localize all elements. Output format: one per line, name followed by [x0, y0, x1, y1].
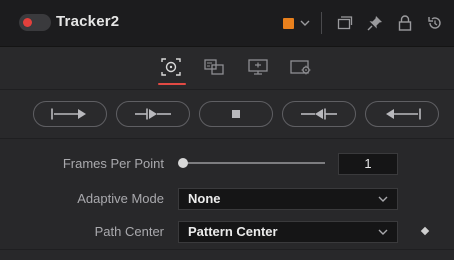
tracking-transport [0, 90, 454, 139]
operation-icon [204, 59, 224, 75]
track-one-frame-forward-icon [301, 108, 337, 120]
node-enable-toggle[interactable] [19, 14, 51, 31]
track-forward-button[interactable] [365, 101, 439, 127]
inspector-panel: Tracker2 Frames Per Point 1 Adaptive Mod… [0, 0, 454, 260]
track-one-frame-reverse-button[interactable] [116, 101, 190, 127]
tracker-target-icon [161, 58, 181, 76]
chevron-down-icon [378, 229, 388, 235]
frames-per-point-label: Frames Per Point [62, 156, 164, 171]
track-one-frame-forward-button[interactable] [282, 101, 356, 127]
header-divider [321, 12, 322, 34]
keyframe-diamond-icon[interactable] [420, 226, 430, 236]
node-title[interactable]: Tracker2 [56, 13, 119, 30]
color-swatch-icon[interactable] [283, 17, 294, 29]
tab-settings[interactable] [287, 53, 315, 81]
stop-icon [232, 110, 240, 118]
frames-per-point-slider[interactable] [183, 162, 325, 164]
pin-icon[interactable] [364, 12, 386, 34]
track-forward-icon [386, 108, 421, 120]
path-center-value: Pattern Center [188, 224, 278, 239]
adaptive-mode-dropdown[interactable]: None [178, 188, 398, 210]
track-one-frame-reverse-icon [135, 108, 171, 120]
settings-icon [290, 60, 311, 75]
frames-per-point-slider-handle[interactable] [178, 158, 188, 168]
section-divider [0, 249, 454, 250]
lock-icon[interactable] [394, 12, 416, 34]
track-reverse-icon [51, 108, 86, 120]
adaptive-mode-label: Adaptive Mode [77, 191, 164, 206]
color-dropdown-chevron-icon[interactable] [299, 17, 311, 29]
inspector-tabs [0, 47, 454, 90]
display-icon [248, 59, 268, 75]
tab-display[interactable] [244, 53, 272, 81]
stop-tracking-button[interactable] [199, 101, 273, 127]
path-center-dropdown[interactable]: Pattern Center [178, 221, 398, 243]
node-header: Tracker2 [0, 0, 454, 47]
header-icons [283, 10, 446, 36]
adaptive-mode-value: None [188, 191, 221, 206]
tab-operation[interactable] [200, 53, 228, 81]
path-center-label: Path Center [94, 224, 164, 239]
chevron-down-icon [378, 196, 388, 202]
frames-per-point-input[interactable]: 1 [338, 153, 398, 175]
window-icon[interactable] [334, 12, 356, 34]
enabled-dot-icon [23, 18, 32, 27]
tab-tracker[interactable] [157, 53, 186, 85]
track-reverse-button[interactable] [33, 101, 107, 127]
reset-icon[interactable] [424, 12, 446, 34]
